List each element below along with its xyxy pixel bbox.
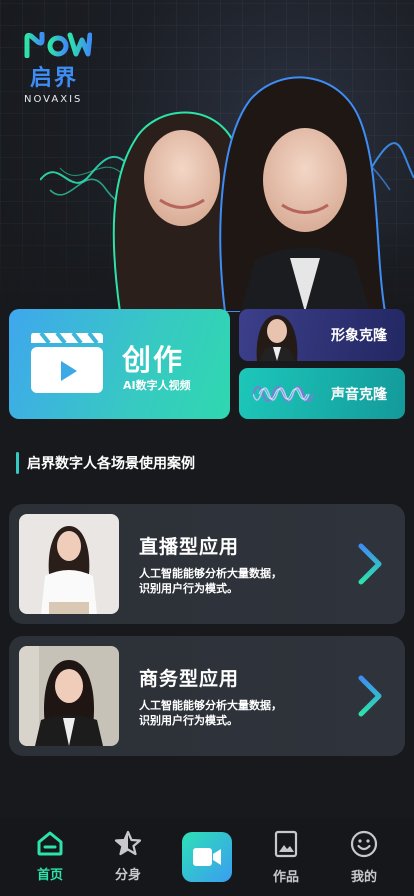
case-photo-business — [19, 646, 119, 746]
tab-home-label: 首页 — [36, 868, 63, 883]
case-title: 商务型应用 — [139, 668, 240, 690]
create-video-button[interactable] — [182, 832, 232, 882]
star-icon — [114, 830, 142, 856]
avatar-thumbnail — [256, 315, 298, 361]
tab-clone-label: 分身 — [114, 868, 141, 883]
smile-icon — [350, 830, 378, 858]
tab-works-label: 作品 — [272, 870, 299, 885]
hero-banner: 启界 NOVAXIS — [0, 0, 414, 312]
tab-mine[interactable]: 我的 — [334, 830, 394, 885]
case-desc-line2: 识别用户行为模式。 — [139, 582, 238, 595]
avatar-clone-card[interactable]: 形象克隆 — [239, 309, 405, 361]
section-heading: 启界数字人各场景使用案例 — [16, 451, 195, 475]
chevron-right-icon[interactable] — [357, 542, 385, 586]
tab-mine-label: 我的 — [350, 870, 377, 885]
voice-clone-card[interactable]: 声音克隆 — [239, 368, 405, 419]
case-description: 人工智能能够分析大量数据， 识别用户行为模式。 — [139, 566, 299, 596]
logo-mark — [24, 32, 92, 58]
create-title: 创作 — [122, 343, 185, 377]
clapperboard-icon — [31, 331, 103, 393]
hero-illustration — [40, 76, 414, 312]
case-card-live[interactable]: 直播型应用 人工智能能够分析大量数据， 识别用户行为模式。 — [9, 504, 405, 624]
section-title: 启界数字人各场景使用案例 — [27, 456, 195, 472]
video-camera-icon — [193, 848, 221, 866]
home-icon — [37, 831, 63, 856]
avatar-clone-label: 形象克隆 — [331, 328, 387, 344]
case-image — [19, 646, 119, 746]
case-card-business[interactable]: 商务型应用 人工智能能够分析大量数据， 识别用户行为模式。 — [9, 636, 405, 756]
tab-works[interactable]: 作品 — [256, 830, 316, 885]
section-accent-bar — [16, 452, 19, 474]
tab-clone[interactable]: 分身 — [98, 830, 158, 883]
tab-home[interactable]: 首页 — [20, 830, 80, 883]
case-photo-live — [19, 514, 119, 614]
case-desc-line1: 人工智能能够分析大量数据， — [139, 699, 282, 712]
case-desc-line1: 人工智能能够分析大量数据， — [139, 567, 282, 580]
case-description: 人工智能能够分析大量数据， 识别用户行为模式。 — [139, 698, 299, 728]
image-icon — [274, 830, 298, 858]
case-image — [19, 514, 119, 614]
create-subtitle: AI数字人视频 — [123, 379, 191, 392]
case-desc-line2: 识别用户行为模式。 — [139, 714, 238, 727]
create-card[interactable]: 创作 AI数字人视频 — [9, 309, 230, 419]
chevron-right-icon[interactable] — [357, 674, 385, 718]
bottom-tab-bar: 首页 分身 作品 我的 — [0, 818, 414, 896]
sound-wave-icon — [253, 386, 313, 402]
voice-clone-label: 声音克隆 — [331, 387, 387, 403]
case-title: 直播型应用 — [139, 536, 240, 558]
